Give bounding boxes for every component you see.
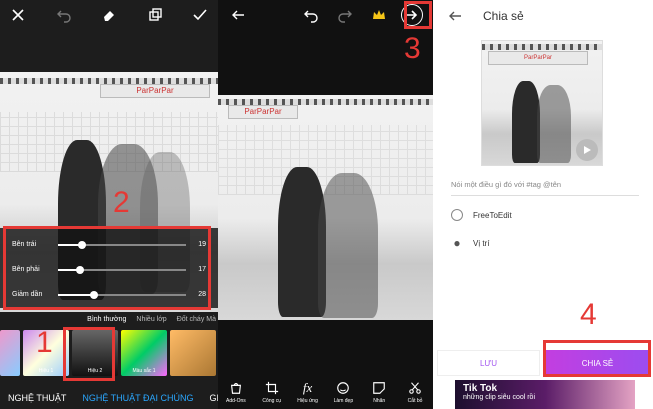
step-badge: 2	[113, 186, 130, 219]
tool-label: Hiệu ứng	[297, 398, 318, 404]
undo-icon[interactable]	[301, 5, 321, 25]
ghost-figure	[318, 173, 378, 318]
back-arrow-icon[interactable]	[228, 5, 248, 25]
option-label: FreeToEdit	[473, 210, 512, 220]
ad-banner[interactable]: Tik Tok những clip siêu cool rồi	[455, 380, 635, 409]
share-header: Chia sẻ	[433, 0, 653, 32]
editor-main-panel: ParParPar Add-Ons Công cụ fx Hiệu ứng Làm…	[218, 0, 433, 409]
sticker-icon	[372, 380, 386, 396]
play-icon[interactable]	[576, 139, 598, 161]
crop-icon	[265, 380, 279, 396]
back-arrow-icon[interactable]	[445, 6, 465, 26]
category-paper[interactable]: GIẤY	[210, 393, 218, 403]
photo-preview: ParParPar	[218, 95, 433, 320]
editor-toolbar	[0, 0, 218, 30]
ad-brand: Tik Tok	[463, 383, 498, 394]
ad-text: những clip siêu cool rồi	[463, 394, 536, 401]
step-badge: 4	[580, 298, 597, 331]
crown-icon[interactable]	[369, 5, 389, 25]
annotation-box	[3, 226, 211, 310]
freetoedit-option[interactable]: FreeToEdit	[451, 209, 512, 221]
editor-header	[218, 0, 433, 30]
fx-icon: fx	[302, 380, 313, 395]
sign: ParParPar	[488, 51, 588, 65]
tool-label: Nhãn	[373, 398, 386, 404]
tool-label: Công cụ	[262, 398, 282, 404]
check-icon[interactable]	[190, 5, 210, 25]
save-button[interactable]: LƯU	[437, 350, 540, 376]
step-badge: 1	[36, 326, 53, 359]
cutout-tool[interactable]: Cắt bỏ	[402, 380, 428, 404]
location-option[interactable]: ● Vị trí	[451, 236, 489, 250]
redo-icon[interactable]	[335, 5, 355, 25]
caption-input[interactable]: Nói một điều gì đó với #tag @tên	[451, 180, 639, 196]
annotation-box	[63, 327, 115, 381]
add-ons-tool[interactable]: Add-Ons	[223, 380, 249, 404]
tab-burn[interactable]: Đốt cháy Mà	[177, 316, 216, 330]
tool-label: Add-Ons	[226, 398, 246, 404]
thumb-label: Màu sắc 1	[132, 368, 156, 374]
share-panel: Chia sẻ ParParPar Nói một điều gì đó với…	[433, 0, 653, 409]
cutout-icon	[408, 380, 422, 396]
beautify-tool[interactable]: Làm đẹp	[330, 380, 356, 404]
step-badge: 3	[404, 32, 421, 65]
annotation-box	[543, 340, 651, 377]
ghost-figure	[537, 85, 571, 163]
tab-multiply[interactable]: Nhiều lớp	[136, 316, 166, 330]
eraser-icon[interactable]	[99, 5, 119, 25]
close-icon[interactable]	[8, 5, 28, 25]
face-icon	[336, 380, 350, 396]
effect-thumb[interactable]	[170, 330, 216, 376]
effect-thumb[interactable]: Màu sắc 1	[121, 330, 167, 376]
page-title: Chia sẻ	[483, 9, 524, 23]
category-art[interactable]: NGHỆ THUẬT	[8, 393, 66, 403]
undo-icon[interactable]	[54, 5, 74, 25]
location-pin-icon: ●	[453, 236, 461, 250]
tool-label: Cắt bỏ	[407, 398, 423, 404]
effect-editor-panel: ParParPar Bên trái 19 Bên phải 17 Giảm d…	[0, 0, 218, 409]
category-pop-art[interactable]: NGHỆ THUẬT ĐẠI CHÚNG	[82, 393, 193, 403]
tool-label: Làm đẹp	[333, 398, 354, 404]
annotation-box	[404, 1, 432, 29]
sign: ParParPar	[228, 105, 298, 119]
radio-icon[interactable]	[451, 209, 463, 221]
share-thumbnail: ParParPar	[481, 40, 603, 166]
sign: ParParPar	[100, 84, 210, 98]
effect-thumb[interactable]	[0, 330, 20, 376]
effects-tool[interactable]: fx Hiệu ứng	[295, 380, 321, 404]
sticker-tool[interactable]: Nhãn	[366, 380, 392, 404]
person-figure	[512, 81, 540, 163]
option-label: Vị trí	[473, 238, 490, 248]
editor-toolbar: Add-Ons Công cụ fx Hiệu ứng Làm đẹp Nhãn …	[218, 375, 433, 409]
bag-icon	[229, 380, 243, 396]
tools-tool[interactable]: Công cụ	[259, 380, 285, 404]
layers-icon[interactable]	[145, 5, 165, 25]
category-tabs: NGHỆ THUẬT NGHỆ THUẬT ĐẠI CHÚNG GIẤY	[0, 386, 218, 409]
